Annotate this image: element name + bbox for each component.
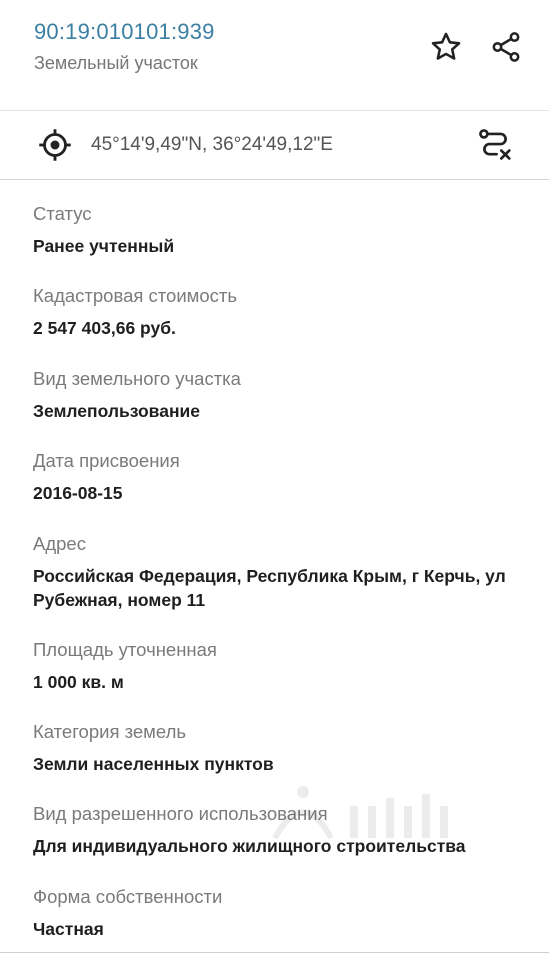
locate-button[interactable] [35,125,75,165]
field-label: Категория земель [33,721,187,742]
field-value: Землепользование [33,401,201,421]
coordinates-text[interactable]: 45°14'9,49"N, 36°24'49,12"E [91,134,333,156]
route-button[interactable] [474,124,516,166]
field-value: 2 547 403,66 руб. [33,318,176,338]
field-value: 1 000 кв. м [33,672,124,692]
field-cadastral-value: Кадастровая стоимость 2 547 403,66 руб. [33,284,549,340]
field-label: Вид земельного участка [33,368,241,389]
field-label: Адрес [33,533,86,554]
field-label: Форма собственности [33,886,223,907]
field-value: Ранее учтенный [33,236,175,256]
bottom-divider [0,952,549,953]
field-status: Статус Ранее учтенный [33,202,549,258]
star-outline-icon [431,32,461,60]
field-label: Статус [33,203,92,224]
field-label: Площадь уточненная [33,639,217,660]
share-button[interactable] [486,27,526,67]
field-land-category: Категория земель Земли населенных пункто… [33,720,549,776]
field-assignment-date: Дата присвоения 2016-08-15 [33,449,549,505]
field-land-type: Вид земельного участка Землепользование [33,367,549,423]
coordinates-bar: 45°14'9,49"N, 36°24'49,12"E [0,111,549,180]
field-ownership-form: Форма собственности Частная [33,885,549,941]
field-label: Дата присвоения [33,450,180,471]
field-label: Кадастровая стоимость [33,285,238,306]
field-label: Вид разрешенного использования [33,803,328,824]
route-clear-icon [479,129,511,160]
field-value: Для индивидуального жилищного строительс… [33,836,466,856]
share-icon [492,32,520,62]
field-value: Российская Федерация, Республика Крым, г… [33,566,506,610]
favorite-button[interactable] [426,27,466,67]
field-value: 2016-08-15 [33,483,123,503]
field-permitted-use: Вид разрешенного использования Для индив… [33,802,549,858]
field-value: Земли населенных пунктов [33,754,274,774]
field-value: Частная [33,919,104,939]
crosshair-target-icon [39,129,71,161]
field-address: Адрес Российская Федерация, Республика К… [33,532,549,612]
field-area: Площадь уточненная 1 000 кв. м [33,638,549,694]
cadastral-number[interactable]: 90:19:010101:939 [34,19,215,45]
object-header: 90:19:010101:939 Земельный участок [0,0,549,111]
object-type: Земельный участок [34,53,198,73]
